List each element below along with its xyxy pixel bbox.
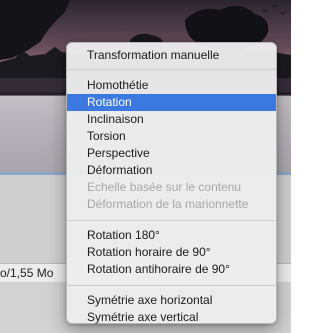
menu-item-transformation-manuelle[interactable]: Transformation manuelle	[67, 47, 276, 64]
menu-separator	[67, 285, 276, 286]
menu-item-homothetie[interactable]: Homothétie	[67, 77, 276, 94]
menu-item-symetrie-horizontale[interactable]: Symétrie axe horizontal	[67, 292, 276, 309]
menu-item-symetrie-verticale[interactable]: Symétrie axe vertical	[67, 309, 276, 326]
document-size-readout[interactable]: o/1,55 Mo	[0, 265, 53, 281]
menu-item-echelle-basee-contenu: Echelle basée sur le contenu	[87, 180, 242, 194]
transform-context-menu: Transformation manuelle Homothétie Rotat…	[66, 42, 277, 324]
menu-separator	[67, 220, 276, 221]
menu-separator	[67, 69, 276, 70]
menu-item-rotation-180[interactable]: Rotation 180°	[67, 227, 276, 244]
app-window: o/1,55 Mo Transformation manuelle Homoth…	[0, 0, 291, 333]
menu-item-rotation[interactable]: Rotation	[67, 94, 276, 111]
menu-item-inclinaison[interactable]: Inclinaison	[67, 111, 276, 128]
menu-item-rotation-horaire-90[interactable]: Rotation horaire de 90°	[67, 244, 276, 261]
menu-item-perspective[interactable]: Perspective	[67, 145, 276, 162]
menu-item-torsion[interactable]: Torsion	[67, 128, 276, 145]
menu-item-rotation-antihoraire-90[interactable]: Rotation antihoraire de 90°	[67, 261, 276, 278]
menu-item-deformation[interactable]: Déformation	[67, 162, 276, 179]
menu-item-deformation-marionnette: Déformation de la marionnette	[87, 197, 249, 211]
